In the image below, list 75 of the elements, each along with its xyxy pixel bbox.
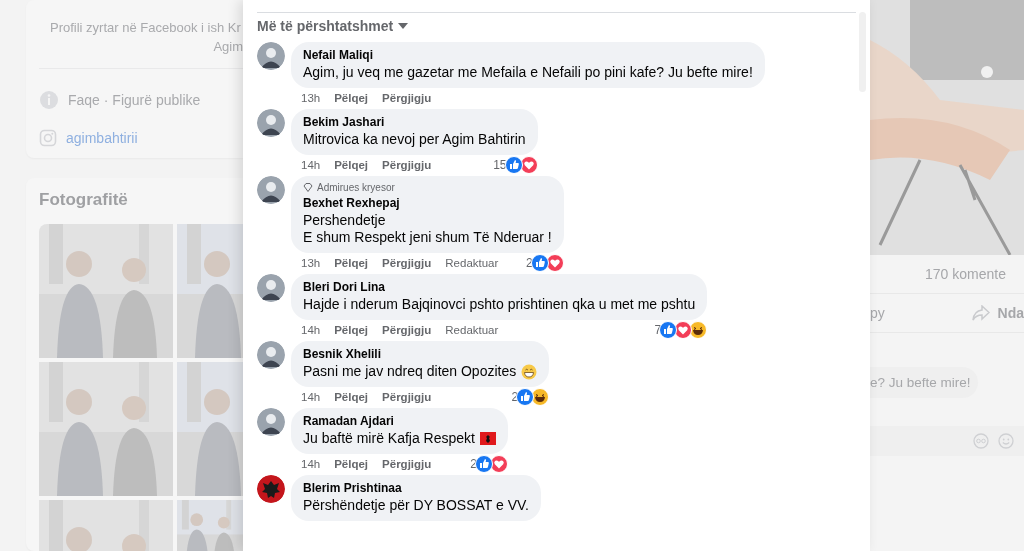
detail-text: Faqe · Figurë publike — [68, 92, 201, 108]
instagram-icon — [39, 129, 57, 147]
avatar-icon[interactable] — [257, 109, 285, 137]
avatar-icon[interactable] — [257, 408, 285, 436]
share-icon — [971, 305, 990, 321]
comment-time[interactable]: 13h — [301, 257, 321, 269]
reply-link[interactable]: Përgjigju — [382, 324, 432, 336]
flag-icon — [480, 432, 496, 445]
like-link[interactable]: Pëlqej — [334, 458, 369, 470]
like-link[interactable]: Pëlqej — [334, 391, 369, 403]
author-link[interactable]: Nefail Maliqi — [303, 48, 753, 62]
author-link[interactable]: Ramadan Ajdari — [303, 414, 496, 428]
comment-time[interactable]: 14h — [301, 159, 321, 171]
caret-icon — [398, 23, 409, 29]
comment-text: Pershendetje — [303, 212, 386, 229]
author-link[interactable]: Bleri Dori Lina — [303, 280, 696, 294]
comment-text: Mitrovica ka nevoj per Agim Bahtirin — [303, 131, 526, 148]
grin-emoji-icon — [521, 363, 538, 380]
reply-link[interactable]: Përgjigju — [382, 458, 432, 470]
reaction-count[interactable]: 2 — [526, 256, 533, 270]
edited-label[interactable]: Redaktuar — [445, 324, 499, 336]
reply-link[interactable]: Përgjigju — [382, 159, 432, 171]
diamond-icon — [303, 183, 313, 192]
like-link[interactable]: Pëlqej — [334, 324, 369, 336]
comment-text: Agim, ju veq me gazetar me Mefaila e Nefaili po pini kafe? Ju befte mire! — [303, 64, 753, 81]
avatar-icon[interactable] — [257, 341, 285, 369]
heart-reaction-icon — [490, 455, 508, 473]
intro-text: Profili zyrtar në Facebook i ish Kr — [49, 20, 242, 35]
author-link[interactable]: Bekim Jashari — [303, 115, 526, 129]
like-link[interactable]: Pëlqej — [334, 257, 369, 269]
info-icon — [39, 90, 59, 110]
like-reaction-icon — [504, 156, 523, 174]
avatar-sticker-icon[interactable] — [973, 433, 989, 449]
reply-link[interactable]: Përgjigju — [382, 257, 432, 269]
author-link[interactable]: Besnik Xhelili — [303, 347, 538, 361]
reaction-count[interactable]: 7 — [654, 323, 662, 337]
avatar-icon[interactable] — [257, 274, 285, 302]
like-link[interactable]: Pëlqej — [334, 92, 369, 104]
comment-text: Përshëndetje për DY BOSSAT e VV. — [303, 497, 529, 514]
like-reaction-icon — [659, 321, 678, 339]
comment-time[interactable]: 14h — [301, 391, 321, 403]
comment-time[interactable]: 14h — [301, 324, 321, 336]
comment-field[interactable] — [870, 426, 1024, 456]
reaction-count[interactable]: 2 — [511, 390, 519, 404]
emoji-icon[interactable] — [998, 433, 1014, 449]
comment-text: E shum Respekt jeni shum Të Nderuar ! — [303, 229, 552, 246]
like-reaction-icon — [516, 388, 535, 406]
comment-text: Ju baftë mirë Kafja Respekt — [303, 430, 475, 447]
section-title: Fotografitë — [39, 190, 129, 211]
reaction-count[interactable]: 2 — [470, 457, 477, 471]
reply-link[interactable]: Përgjigju — [382, 391, 432, 403]
reaction-count[interactable]: 15 — [493, 158, 507, 172]
laughing-reaction-icon — [531, 388, 550, 406]
heart-reaction-icon — [545, 254, 564, 272]
author-link[interactable]: Bexhet Rexhepaj — [303, 196, 552, 210]
avatar-icon[interactable] — [257, 176, 285, 204]
reply-link[interactable]: Përgjigju — [382, 92, 432, 104]
edited-label[interactable]: Redaktuar — [445, 257, 499, 269]
heart-reaction-icon — [519, 156, 538, 174]
like-reaction-icon — [475, 455, 493, 473]
intro-text: Agim — [213, 39, 243, 54]
comment-text: Pasni me jav ndreq diten Opozites — [303, 363, 517, 380]
author-link[interactable]: Blerim Prishtinaa — [303, 481, 529, 495]
comment-text: Hajde i nderum Bajqinovci pshto prishtinen qka u met me pshtu — [303, 296, 696, 313]
sort-dropdown[interactable]: Më të përshtatshmet — [257, 18, 409, 34]
comment-time[interactable]: 13h — [301, 92, 321, 104]
fan-label: Admirues kryesor — [317, 182, 395, 193]
comment-text: e? Ju befte mire! — [870, 375, 971, 390]
laughing-reaction-icon — [689, 321, 708, 339]
comment-time[interactable]: 14h — [301, 458, 321, 470]
avatar-icon[interactable] — [257, 475, 285, 503]
like-reaction-icon — [530, 254, 549, 272]
avatar-icon[interactable] — [257, 42, 285, 70]
heart-reaction-icon — [674, 321, 693, 339]
like-link[interactable]: Pëlqej — [334, 159, 369, 171]
